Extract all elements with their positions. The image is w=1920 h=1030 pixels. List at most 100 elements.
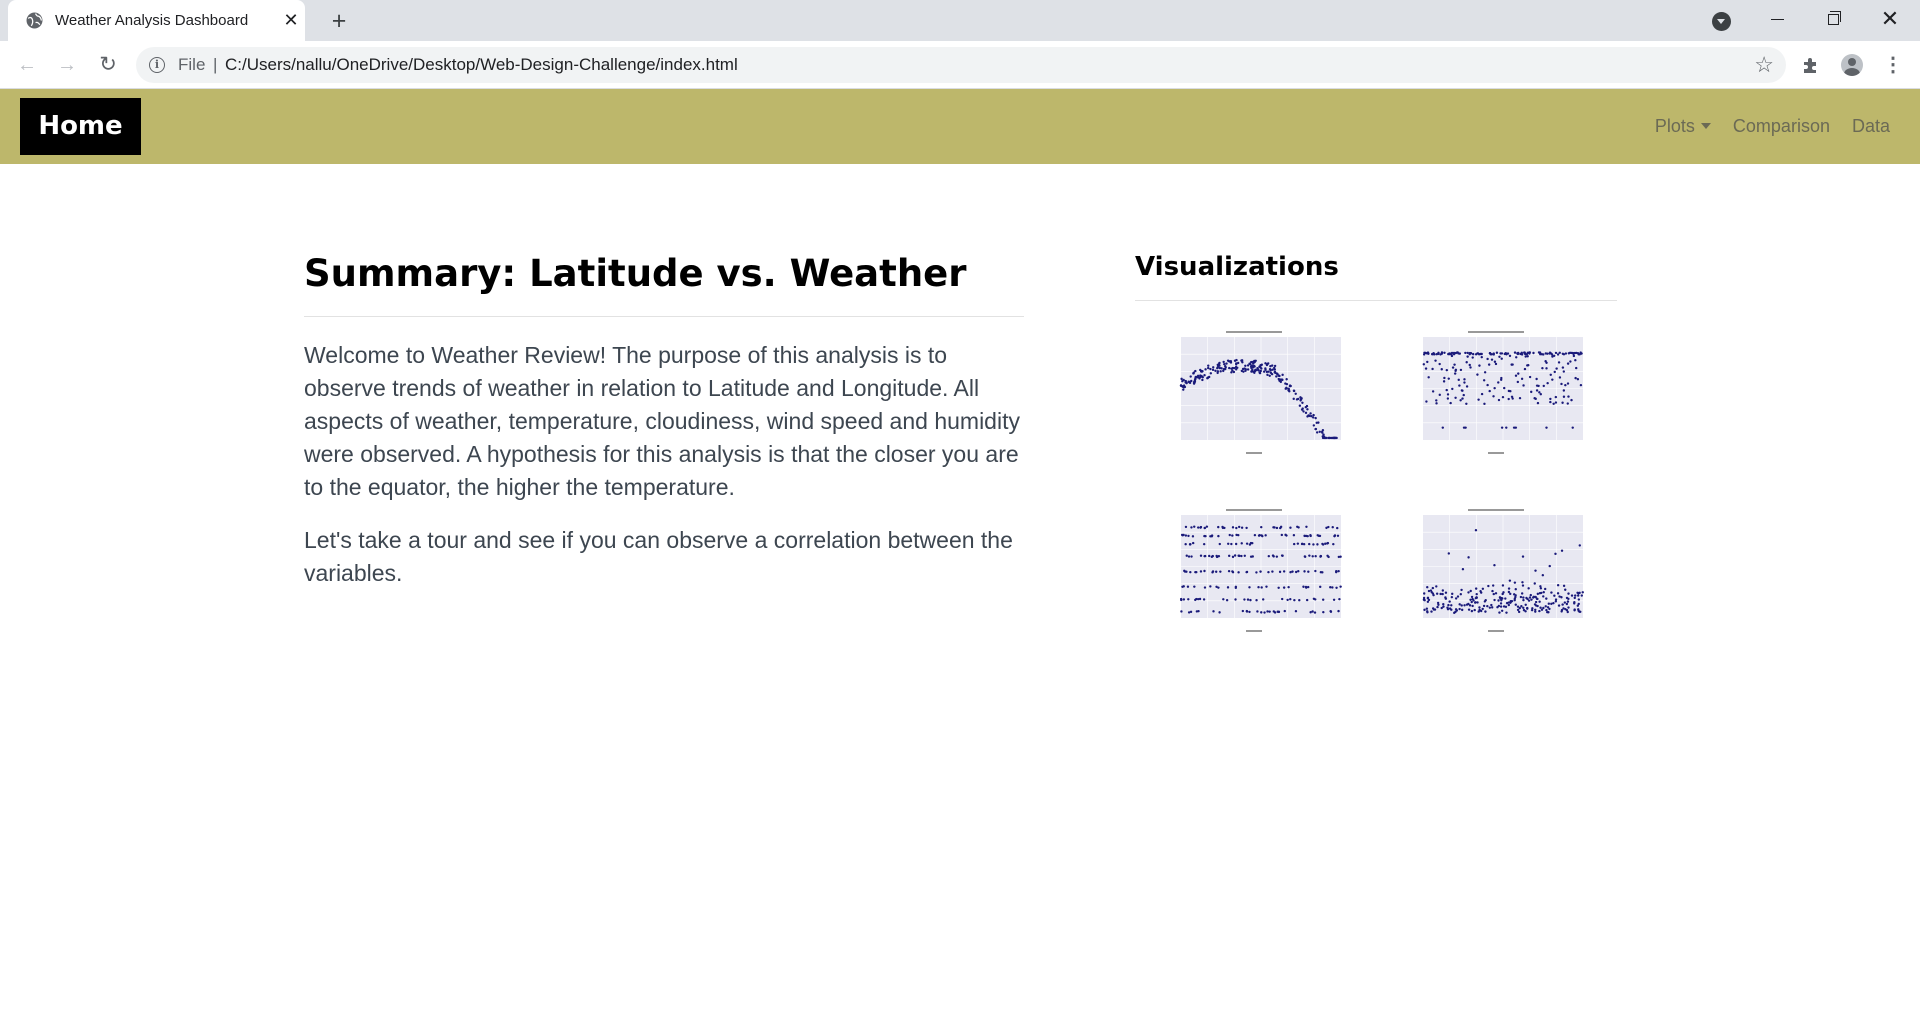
reload-icon[interactable]: ↻: [94, 51, 122, 79]
scatter-point: [1542, 595, 1545, 598]
forward-arrow-icon[interactable]: →: [53, 51, 81, 79]
extensions-puzzle-icon[interactable]: [1797, 51, 1825, 79]
scatter-point: [1493, 598, 1496, 602]
scatter-point: [1461, 568, 1465, 571]
scatter-point: [1309, 533, 1312, 537]
profile-avatar-icon[interactable]: [1838, 51, 1866, 79]
nav-data-link[interactable]: Data: [1852, 116, 1890, 137]
scatter-point: [1339, 555, 1342, 558]
scatter-point: [1250, 364, 1254, 367]
scatter-point: [1497, 599, 1500, 602]
scatter-point: [1262, 598, 1265, 601]
scatter-point: [1231, 570, 1234, 573]
scatter-point: [1447, 352, 1451, 355]
scatter-point: [1460, 604, 1463, 607]
close-window-button[interactable]: ✕: [1862, 0, 1918, 41]
scatter-point: [1244, 364, 1247, 367]
new-tab-button[interactable]: +: [326, 8, 352, 34]
scatter-point: [1570, 398, 1573, 402]
scatter-point: [1522, 598, 1525, 602]
scatter-point: [1443, 376, 1446, 380]
scatter-point: [1564, 383, 1567, 387]
scatter-point: [1502, 605, 1506, 608]
scatter-point: [1500, 357, 1503, 360]
bookmark-star-icon[interactable]: ☆: [1754, 52, 1774, 78]
kebab-menu-icon[interactable]: ⋮: [1879, 51, 1907, 79]
browser-toolbar: ← → ↻ i File | C:/Users/nallu/OneDrive/D…: [0, 41, 1920, 89]
nav-plots-dropdown[interactable]: Plots: [1655, 116, 1711, 137]
cloudiness-plot-thumbnail-svg: [1179, 509, 1342, 632]
scatter-point: [1520, 351, 1523, 355]
scatter-point: [1574, 376, 1577, 380]
scatter-point: [1573, 601, 1576, 604]
scatter-point: [1497, 381, 1500, 384]
scatter-point: [1230, 542, 1233, 546]
scatter-point: [1338, 597, 1341, 601]
scatter-point: [1426, 600, 1430, 603]
scatter-point: [1280, 597, 1284, 601]
browser-tab[interactable]: Weather Analysis Dashboard ✕: [8, 0, 305, 41]
scatter-point: [1435, 592, 1439, 595]
scatter-point: [1573, 596, 1576, 600]
scatter-point: [1336, 534, 1340, 537]
scatter-point: [1214, 570, 1218, 573]
restore-window-button[interactable]: [1805, 0, 1861, 41]
scatter-point: [1272, 610, 1275, 613]
scatter-point: [1450, 354, 1454, 358]
scatter-point: [1272, 555, 1275, 558]
scatter-point: [1335, 569, 1338, 573]
cloudiness-plot-thumbnail[interactable]: [1163, 506, 1345, 636]
scatter-point: [1562, 584, 1566, 588]
scatter-point: [1275, 372, 1279, 375]
scatter-point: [1427, 589, 1431, 593]
scatter-point: [1218, 361, 1221, 365]
close-tab-icon[interactable]: ✕: [281, 10, 301, 30]
info-icon[interactable]: i: [149, 57, 165, 73]
scatter-point: [1467, 591, 1470, 594]
back-arrow-icon[interactable]: ←: [13, 51, 41, 79]
temperature-plot-thumbnail-svg: [1179, 331, 1341, 454]
scatter-point: [1493, 386, 1496, 390]
nav-comparison-link[interactable]: Comparison: [1733, 116, 1830, 137]
scatter-point: [1184, 534, 1188, 537]
humidity-plot-thumbnail[interactable]: [1405, 328, 1587, 458]
summary-paragraph-intro: Welcome to Weather Review! The purpose o…: [304, 342, 1020, 500]
scatter-point: [1329, 586, 1332, 589]
scatter-point: [1470, 595, 1474, 599]
minimize-window-button[interactable]: [1749, 0, 1805, 41]
scatter-point: [1548, 564, 1551, 568]
home-brand-link[interactable]: Home: [20, 98, 141, 155]
scatter-point: [1562, 395, 1566, 398]
scatter-point: [1451, 387, 1454, 391]
scatter-point: [1474, 601, 1477, 604]
scatter-point: [1331, 436, 1335, 440]
temperature-plot-thumbnail[interactable]: [1163, 328, 1345, 458]
scatter-point: [1479, 590, 1482, 593]
scatter-point: [1266, 373, 1269, 377]
wind-speed-plot-thumbnail[interactable]: [1405, 506, 1587, 636]
scatter-point: [1184, 525, 1188, 529]
scatter-point: [1307, 570, 1310, 573]
scatter-point: [1209, 372, 1213, 375]
scatter-point: [1494, 592, 1498, 595]
scatter-point: [1526, 364, 1529, 367]
scatter-point: [1576, 594, 1580, 597]
scatter-point: [1194, 375, 1198, 379]
scatter-point: [1457, 378, 1460, 382]
scatter-point: [1182, 378, 1185, 382]
tab-search-icon[interactable]: [1712, 12, 1731, 31]
address-url[interactable]: C:/Users/nallu/OneDrive/Desktop/Web-Desi…: [225, 55, 738, 75]
scatter-point: [1501, 584, 1505, 587]
scatter-point: [1430, 610, 1433, 613]
scatter-point: [1282, 586, 1286, 589]
restore-icon: [1827, 11, 1841, 26]
scatter-point: [1562, 370, 1566, 373]
scatter-point: [1248, 543, 1252, 546]
scatter-point: [1458, 607, 1461, 611]
scatter-point: [1217, 525, 1220, 529]
summary-title: Summary: Latitude vs. Weather: [304, 250, 1024, 317]
address-bar[interactable]: i File | C:/Users/nallu/OneDrive/Desktop…: [136, 47, 1786, 83]
scatter-point: [1530, 598, 1533, 601]
scatter-point: [1303, 570, 1306, 573]
scatter-point: [1514, 603, 1517, 606]
